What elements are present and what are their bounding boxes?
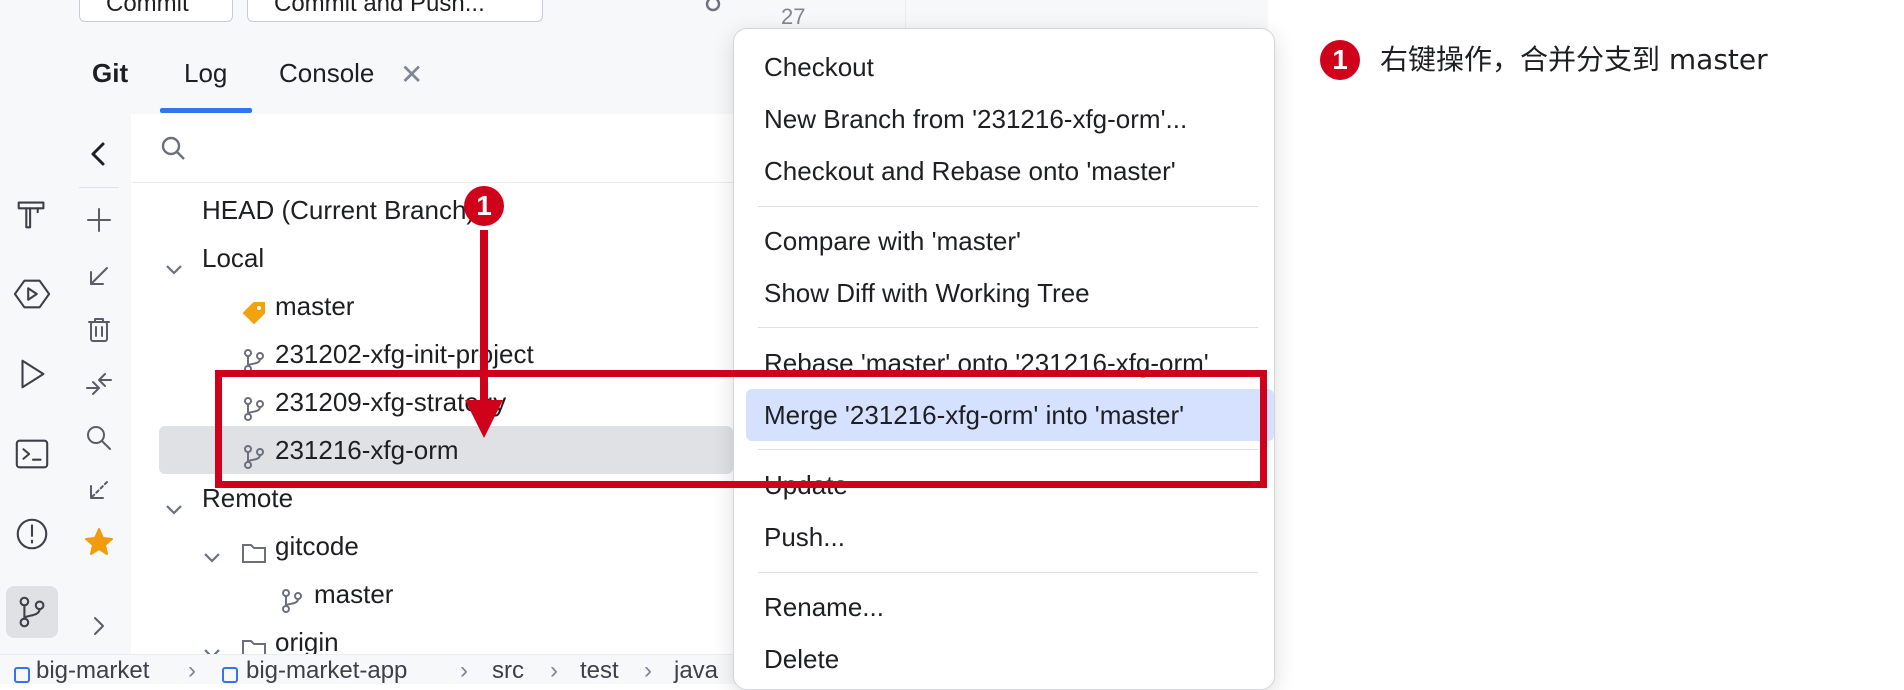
search-icon [161,136,185,160]
compare-icon[interactable] [83,368,115,400]
tag-icon [241,293,267,325]
menu-item-new-branch[interactable]: New Branch from '231216-xfg-orm'... [734,93,1274,145]
menu-item-push[interactable]: Push... [734,511,1274,563]
chevron-down-icon[interactable] [163,247,185,275]
menu-item-checkout-rebase[interactable]: Checkout and Rebase onto 'master' [734,145,1274,197]
folder-icon [241,533,267,563]
commit-button[interactable]: Commit [79,0,233,22]
menu-divider [758,572,1258,573]
breadcrumb-separator: › [644,657,652,684]
chevron-down-icon[interactable] [201,631,223,659]
tree-local[interactable]: Local [131,234,733,282]
breadcrumb-item[interactable]: src [492,657,524,684]
tab-console[interactable]: Console [279,58,374,89]
annotation-step-badge: 1 [464,186,504,226]
menu-item-update[interactable]: Update [734,459,1274,511]
module-icon [222,667,238,683]
left-tool-strip [0,0,68,684]
breadcrumb: big-market › big-market-app › src › test… [0,654,733,684]
breadcrumb-item[interactable]: big-market [36,657,149,684]
menu-divider [758,206,1258,207]
chevron-down-icon[interactable] [201,535,223,563]
chevron-down-icon[interactable] [163,487,185,515]
git-branch-icon[interactable] [6,586,58,638]
branch-context-menu: Checkout New Branch from '231216-xfg-orm… [733,28,1275,690]
problems-icon[interactable] [6,508,58,560]
annotation-arrow-line [480,230,488,402]
tree-branch-init-project[interactable]: 231202-xfg-init-project [131,330,733,378]
git-tool-window-tabs: Git Log Console ✕ [67,30,733,115]
menu-item-rename[interactable]: Rename... [734,581,1274,633]
expand-right-icon[interactable] [83,610,115,642]
annotation-arrowhead [465,400,503,438]
add-icon[interactable] [83,204,115,236]
tree-remote-gitcode[interactable]: gitcode [131,522,733,570]
menu-item-rebase[interactable]: Rebase 'master' onto '231216-xfg-orm' [734,337,1274,389]
active-tab-indicator [160,108,252,113]
gear-icon[interactable] [699,0,727,18]
terminal-icon[interactable] [6,428,58,480]
module-icon [14,667,30,683]
branch-icon [241,341,267,373]
annotation-caption: 右键操作，合并分支到 master [1380,43,1768,76]
breadcrumb-item[interactable]: big-market-app [246,657,407,684]
menu-item-compare[interactable]: Compare with 'master' [734,215,1274,267]
breadcrumb-separator: › [460,657,468,684]
breadcrumb-item[interactable]: java [674,657,718,684]
run-icon[interactable] [6,348,58,400]
line-number: 27 [781,4,806,29]
build-hammer-icon[interactable] [6,188,58,240]
breadcrumb-separator: › [188,657,196,684]
collapse-left-icon[interactable] [83,138,115,170]
branch-icon [279,581,305,613]
tree-branch-master[interactable]: master [131,282,733,330]
tree-head[interactable]: HEAD (Current Branch) [131,186,733,234]
branches-tree: HEAD (Current Branch) Local master 23120… [131,114,733,659]
breadcrumb-separator: › [550,657,558,684]
tree-remote[interactable]: Remote [131,474,733,522]
menu-item-show-diff[interactable]: Show Diff with Working Tree [734,267,1274,319]
branch-actions-toolbar [67,114,132,654]
folder-icon [241,629,267,659]
menu-divider [758,449,1258,450]
top-toolbar: Commit Commit and Push... [67,0,733,31]
tab-git[interactable]: Git [92,58,128,89]
services-icon[interactable] [6,268,58,320]
close-tab-icon[interactable]: ✕ [400,58,423,91]
update-arrow-icon[interactable] [83,260,115,292]
menu-item-merge[interactable]: Merge '231216-xfg-orm' into 'master' [746,389,1274,441]
branch-icon [241,389,267,421]
tree-remote-gitcode-master[interactable]: master [131,570,733,618]
annotation-legend-badge: 1 [1320,40,1360,80]
menu-item-delete[interactable]: Delete [734,633,1274,685]
menu-item-checkout[interactable]: Checkout [734,41,1274,93]
editor-gutter: 27 [745,0,906,30]
tab-log[interactable]: Log [184,58,227,89]
commit-and-push-button[interactable]: Commit and Push... [247,0,543,22]
search-icon[interactable] [83,422,115,454]
breadcrumb-item[interactable]: test [580,657,619,684]
delete-icon[interactable] [83,314,115,346]
branch-icon [241,437,267,469]
tree-branch-strategy[interactable]: 231209-xfg-strategy [131,378,733,426]
menu-divider [758,327,1258,328]
branch-search-field[interactable] [131,114,733,183]
toolbar-divider [79,187,119,188]
star-icon[interactable] [83,526,115,558]
expand-arrow-icon[interactable] [83,474,115,506]
tree-branch-orm-selected[interactable]: 231216-xfg-orm [159,426,733,474]
